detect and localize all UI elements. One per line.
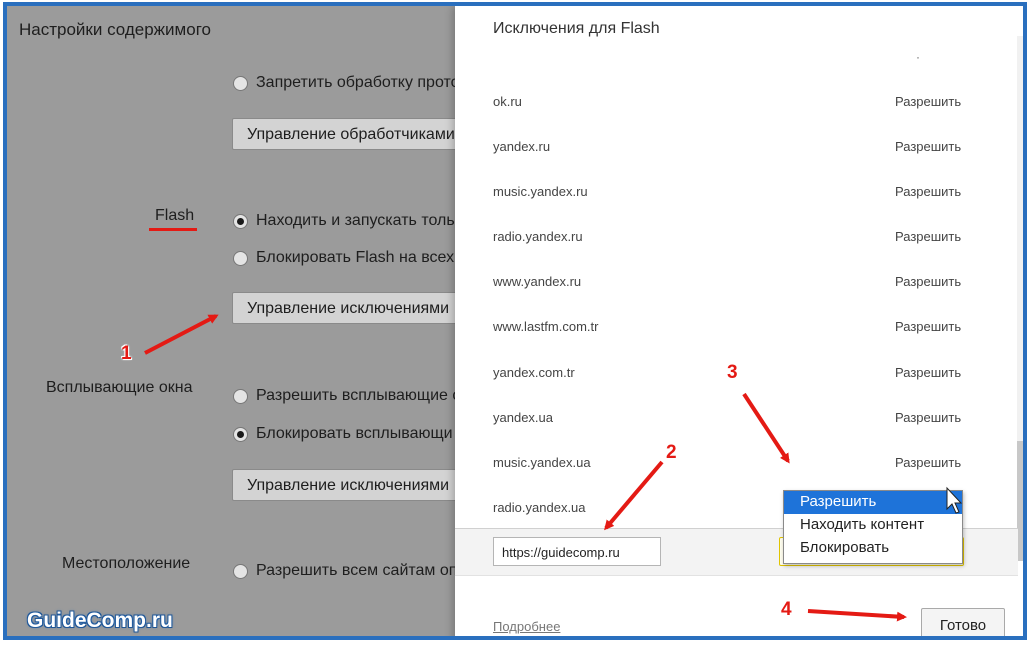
- annotation-step-2: 2: [666, 442, 677, 463]
- handlers-block-radio[interactable]: [233, 76, 248, 91]
- dropdown-option-detect[interactable]: Находить контент: [784, 514, 962, 537]
- flash-block-radio[interactable]: [233, 251, 248, 266]
- exception-site: yandex.ua: [493, 410, 553, 425]
- handlers-block-label: Запретить обработку прото: [256, 74, 460, 91]
- popups-manage-exceptions-button[interactable]: Управление исключениями: [232, 469, 462, 501]
- exception-site: www.yandex.ru: [493, 274, 582, 289]
- flash-find-run-label: Находить и запускать тольк: [256, 212, 462, 229]
- exception-action[interactable]: Разрешить: [895, 365, 961, 380]
- exception-site: music.yandex.ru: [493, 184, 588, 199]
- dropdown-option-allow[interactable]: Разрешить: [784, 491, 962, 514]
- done-button[interactable]: Готово: [921, 608, 1005, 636]
- exception-action[interactable]: Разрешить: [895, 229, 961, 244]
- site-pattern-input[interactable]: https://guidecomp.ru: [493, 537, 661, 566]
- exception-site: radio.yandex.ru: [493, 229, 583, 244]
- popups-allow-label: Разрешить всплывающие о: [256, 387, 462, 404]
- dialog-title: Исключения для Flash: [493, 20, 660, 37]
- learn-more-link[interactable]: Подробнее: [493, 619, 560, 634]
- exception-site: music.yandex.ua: [493, 455, 591, 470]
- flash-block-label: Блокировать Flash на всех: [256, 249, 455, 266]
- exception-site: yandex.com.tr: [493, 365, 575, 380]
- exception-site: radio.yandex.ua: [493, 500, 586, 515]
- popups-label: Всплывающие окна: [46, 379, 193, 396]
- exception-action[interactable]: Разрешить: [895, 319, 961, 334]
- exception-action[interactable]: Разрешить: [895, 455, 961, 470]
- location-allow-label: Разрешить всем сайтам оп: [256, 562, 458, 579]
- exception-action[interactable]: Разрешить: [895, 94, 961, 109]
- flash-find-run-radio[interactable]: [233, 214, 248, 229]
- exception-site: yandex.ru: [493, 139, 551, 154]
- location-label: Местоположение: [62, 555, 191, 572]
- exception-site: ok.ru: [493, 94, 522, 109]
- popups-block-radio[interactable]: [233, 427, 248, 442]
- list-header-dot: ·: [916, 50, 920, 64]
- dropdown-option-block[interactable]: Блокировать: [784, 537, 962, 560]
- watermark-logo: GuideComp.ru: [27, 609, 173, 632]
- flash-exceptions-dialog: Исключения для Flash · ok.ru Разрешить yan…: [455, 6, 1023, 636]
- manage-handlers-button[interactable]: Управление обработчиками: [232, 118, 462, 150]
- exception-action[interactable]: Разрешить: [895, 274, 961, 289]
- list-scrollbar-thumb[interactable]: [1017, 441, 1023, 561]
- annotation-step-1: 1: [121, 343, 132, 364]
- flash-underline: [149, 228, 197, 231]
- exception-site: www.lastfm.com.tr: [493, 319, 599, 334]
- exception-action[interactable]: Разрешить: [895, 139, 961, 154]
- screenshot-frame: Настройки содержимого Запретить обработк…: [3, 2, 1027, 640]
- exception-action[interactable]: Разрешить: [895, 410, 961, 425]
- annotation-step-3: 3: [727, 362, 738, 383]
- exception-action[interactable]: Разрешить: [895, 184, 961, 199]
- behavior-dropdown-menu: Разрешить Находить контент Блокировать: [783, 490, 963, 564]
- page-title: Настройки содержимого: [19, 20, 211, 39]
- location-allow-radio[interactable]: [233, 564, 248, 579]
- flash-label: Flash: [155, 207, 195, 224]
- popups-allow-radio[interactable]: [233, 389, 248, 404]
- flash-manage-exceptions-button[interactable]: Управление исключениями: [232, 292, 462, 324]
- popups-block-label: Блокировать всплывающи: [256, 425, 453, 442]
- annotation-step-4: 4: [781, 599, 792, 620]
